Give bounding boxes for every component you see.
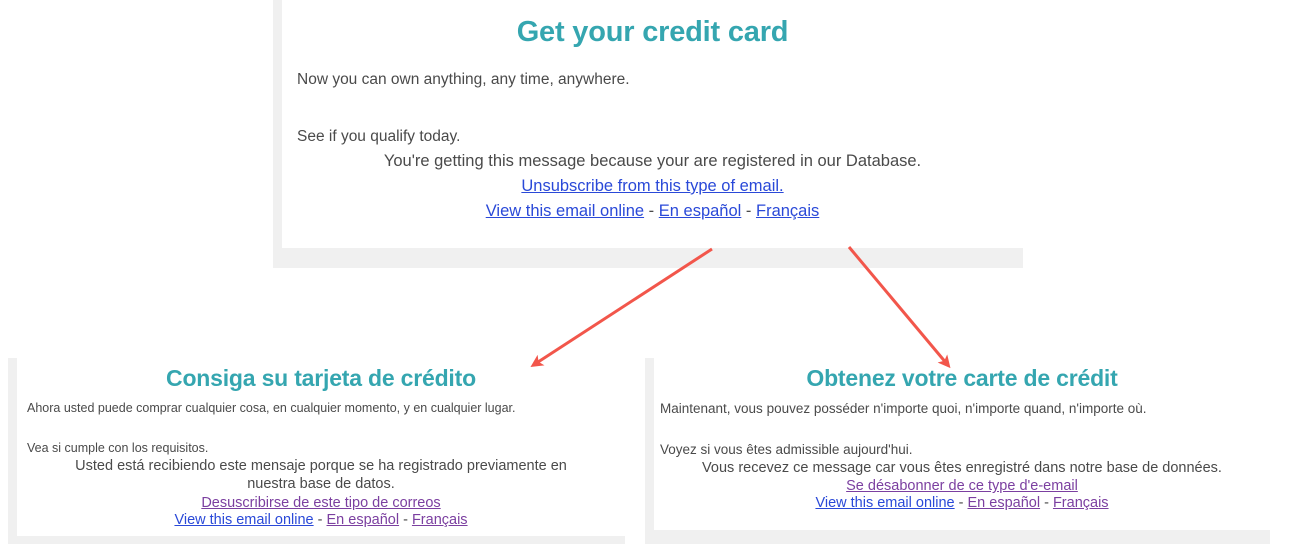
french-language-link-english[interactable]: Français	[756, 202, 819, 220]
unsubscribe-row-french: Se désabonner de ce type d'e-email	[660, 477, 1264, 494]
panel-footer-english	[273, 248, 1023, 268]
unsubscribe-link-spanish[interactable]: Desuscribirse de este tipo de correos	[201, 495, 440, 511]
french-language-link-french[interactable]: Français	[1053, 495, 1109, 511]
email-lead-english: Now you can own anything, any time, anyw…	[297, 70, 630, 88]
unsubscribe-row-spanish: Desuscribirse de este tipo de correos	[27, 494, 615, 511]
email-title-spanish: Consiga su tarjeta de crédito	[166, 365, 476, 391]
email-title-french: Obtenez votre carte de crédit	[806, 365, 1118, 391]
email-sub-spanish: Vea si cumple con los requisitos.	[27, 441, 209, 456]
email-sub-french: Voyez si vous êtes admissible aujourd'hu…	[660, 442, 913, 458]
email-note-spanish: Usted está recibiendo este mensaje porqu…	[75, 458, 567, 493]
panel-footer-spanish	[8, 536, 625, 544]
email-note-french: Vous recevez ce message car vous êtes en…	[702, 460, 1222, 477]
language-separator-2-english: -	[741, 201, 756, 220]
unsubscribe-link-french[interactable]: Se désabonner de ce type d'e-email	[846, 478, 1078, 494]
language-row-english: View this email online - En español - Fr…	[296, 196, 1009, 221]
panel-footer-french	[645, 530, 1270, 544]
email-title-english: Get your credit card	[516, 16, 789, 48]
french-language-link-spanish[interactable]: Français	[412, 512, 468, 528]
spanish-language-link-french[interactable]: En español	[968, 495, 1041, 511]
email-lead-spanish: Ahora usted puede comprar cualquier cosa…	[27, 401, 516, 416]
email-lead-french: Maintenant, vous pouvez posséder n'impor…	[660, 401, 1147, 417]
panel-body-english: Get your credit card Now you can own any…	[282, 0, 1023, 248]
language-row-french: View this email online - En español - Fr…	[660, 494, 1264, 511]
language-separator-2-spanish: -	[399, 511, 412, 528]
unsubscribe-row-english: Unsubscribe from this type of email.	[296, 171, 1009, 196]
spanish-language-link-spanish[interactable]: En español	[327, 512, 400, 528]
panel-body-spanish: Consiga su tarjeta de crédito Ahora uste…	[17, 358, 625, 536]
panel-body-french: Obtenez votre carte de crédit Maintenant…	[654, 358, 1270, 530]
spanish-language-link-english[interactable]: En español	[659, 202, 742, 220]
screenshot-stage: Get your credit card Now you can own any…	[0, 0, 1305, 544]
unsubscribe-link-english[interactable]: Unsubscribe from this type of email.	[521, 177, 783, 195]
language-row-spanish: View this email online - En español - Fr…	[27, 511, 615, 528]
panel-left-gutter-english	[273, 0, 282, 268]
email-preview-spanish: Consiga su tarjeta de crédito Ahora uste…	[8, 358, 625, 544]
email-preview-english: Get your credit card Now you can own any…	[273, 0, 1023, 268]
view-online-link-spanish[interactable]: View this email online	[174, 512, 313, 528]
language-separator-1-english: -	[644, 201, 659, 220]
language-separator-1-french: -	[954, 495, 968, 512]
language-separator-1-spanish: -	[313, 511, 327, 528]
email-note-english: You're getting this message because your…	[383, 151, 922, 170]
view-online-link-french[interactable]: View this email online	[815, 495, 954, 511]
email-sub-english: See if you qualify today.	[297, 127, 461, 145]
language-separator-2-french: -	[1040, 495, 1053, 512]
panel-left-gutter-french	[645, 358, 654, 544]
panel-left-gutter-spanish	[8, 358, 17, 544]
view-online-link-english[interactable]: View this email online	[486, 202, 644, 220]
email-preview-french: Obtenez votre carte de crédit Maintenant…	[645, 358, 1270, 544]
